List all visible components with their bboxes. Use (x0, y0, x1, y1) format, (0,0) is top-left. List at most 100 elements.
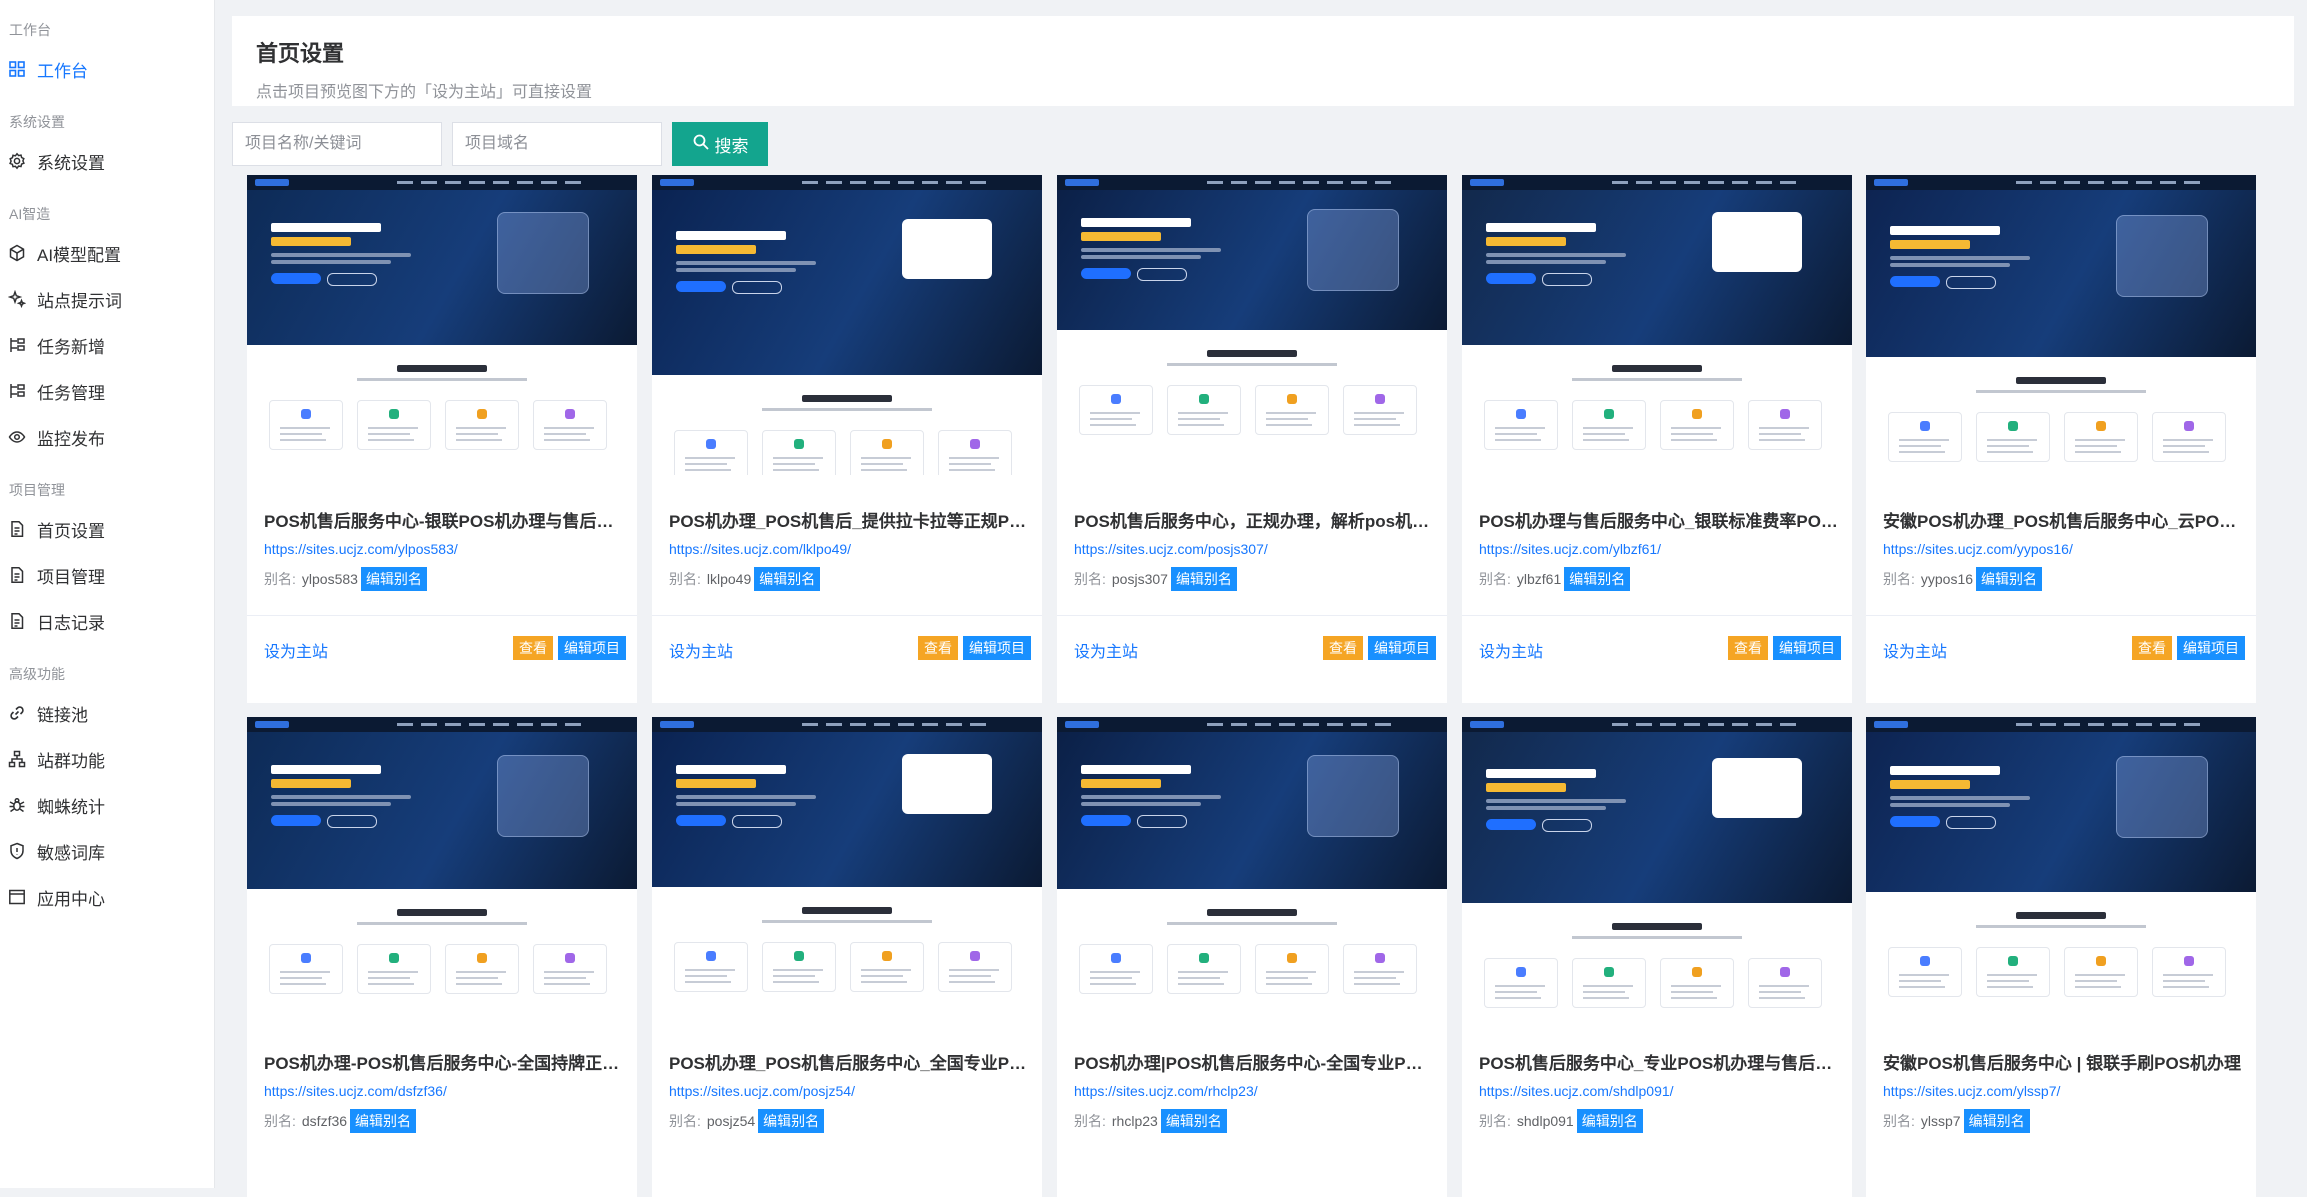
edit-project-button[interactable]: 编辑项目 (963, 636, 1031, 660)
edit-project-button[interactable]: 编辑项目 (2177, 636, 2245, 660)
project-url-link[interactable]: https://sites.ucjz.com/dsfzf36/ (264, 1083, 447, 1099)
edit-alias-button[interactable]: 编辑别名 (754, 567, 821, 591)
set-main-site-link[interactable]: 设为主站 (264, 638, 328, 662)
site-preview-thumbnail[interactable] (652, 175, 1042, 475)
preview-subtext (1486, 806, 1606, 810)
sidebar-item-monitor-publish[interactable]: 监控发布 (0, 417, 214, 457)
project-name-search-input[interactable] (232, 122, 442, 166)
edit-alias-button[interactable]: 编辑别名 (1576, 1109, 1643, 1133)
card-divider (247, 615, 637, 616)
site-preview-thumbnail[interactable] (1462, 717, 1852, 1017)
preview-navbar (652, 175, 1042, 190)
sidebar-item-site-group[interactable]: 站群功能 (0, 739, 214, 779)
preview-feature-card (1079, 385, 1153, 435)
alias-row: 别名: ylbzf61 编辑别名 (1479, 567, 1631, 591)
set-main-site-link[interactable]: 设为主站 (1074, 638, 1138, 662)
project-url-link[interactable]: https://sites.ucjz.com/ylssp7/ (1883, 1083, 2060, 1099)
task-add-icon (8, 336, 26, 354)
edit-project-button[interactable]: 编辑项目 (1368, 636, 1436, 660)
preview-headline (1486, 769, 1596, 778)
site-preview-thumbnail[interactable] (1866, 717, 2256, 1017)
preview-headline-accent (271, 237, 351, 246)
project-url-link[interactable]: https://sites.ucjz.com/posjz54/ (669, 1083, 855, 1099)
site-preview-thumbnail[interactable] (1462, 175, 1852, 475)
sidebar-item-label: 系统设置 (37, 153, 105, 173)
edit-alias-button[interactable]: 编辑别名 (1564, 567, 1631, 591)
site-preview-thumbnail[interactable] (1057, 175, 1447, 475)
preview-section-subtitle (1976, 925, 2146, 928)
edit-alias-button[interactable]: 编辑别名 (1963, 1109, 2030, 1133)
preview-feature-card (938, 942, 1012, 992)
sidebar-item-label: AI模型配置 (37, 245, 122, 265)
site-preview-thumbnail[interactable] (652, 717, 1042, 1017)
preview-headline-accent (1081, 779, 1161, 788)
preview-subtext (1081, 255, 1201, 259)
site-preview-thumbnail[interactable] (1057, 717, 1447, 1017)
preview-headline-accent (1890, 240, 1970, 249)
preview-feature-card (2064, 947, 2138, 997)
sidebar-item-link-pool[interactable]: 链接池 (0, 693, 214, 733)
site-preview-thumbnail[interactable] (1866, 175, 2256, 475)
edit-alias-button[interactable]: 编辑别名 (350, 1109, 417, 1133)
edit-alias-button[interactable]: 编辑别名 (1976, 567, 2043, 591)
sidebar-item-project-manage[interactable]: 项目管理 (0, 555, 214, 595)
alias-label: 别名: (1883, 1113, 1915, 1129)
edit-alias-button[interactable]: 编辑别名 (1170, 567, 1237, 591)
task-manage-icon (8, 382, 26, 400)
preview-feature-card (1167, 385, 1241, 435)
search-button[interactable]: 搜索 (672, 122, 768, 166)
sidebar-item-sensitive-words[interactable]: 敏感词库 (0, 831, 214, 871)
sidebar-item-system-settings[interactable]: 系统设置 (0, 141, 214, 181)
set-main-site-link[interactable]: 设为主站 (669, 638, 733, 662)
sidebar-item-task-add[interactable]: 任务新增 (0, 325, 214, 365)
edit-alias-button[interactable]: 编辑别名 (758, 1109, 825, 1133)
view-button[interactable]: 查看 (513, 636, 553, 660)
edit-project-button[interactable]: 编辑项目 (558, 636, 626, 660)
alias-value: lklpo49 (706, 571, 752, 587)
project-url-link[interactable]: https://sites.ucjz.com/ylpos583/ (264, 541, 458, 557)
project-title: POS机售后服务中心_专业POS机办理与售后维修 (1479, 1054, 1839, 1073)
preview-feature-card (1255, 944, 1329, 994)
view-button[interactable]: 查看 (918, 636, 958, 660)
view-button[interactable]: 查看 (2132, 636, 2172, 660)
sidebar-item-logs[interactable]: 日志记录 (0, 601, 214, 641)
project-url-link[interactable]: https://sites.ucjz.com/ylbzf61/ (1479, 541, 1661, 557)
preview-hero-graphic (497, 212, 589, 294)
preview-feature-card (938, 430, 1012, 475)
preview-headline (676, 765, 786, 774)
project-url-link[interactable]: https://sites.ucjz.com/shdlp091/ (1479, 1083, 1674, 1099)
preview-cta-button (1890, 276, 1940, 287)
sidebar-item-workbench[interactable]: 工作台 (0, 49, 214, 89)
preview-secondary-button (1137, 815, 1187, 828)
sidebar-item-task-manage[interactable]: 任务管理 (0, 371, 214, 411)
preview-hero-graphic (1307, 755, 1399, 837)
preview-feature-card (1343, 944, 1417, 994)
alias-row: 别名: ylpos583 编辑别名 (264, 567, 427, 591)
project-url-link[interactable]: https://sites.ucjz.com/rhclp23/ (1074, 1083, 1258, 1099)
site-preview-thumbnail[interactable] (247, 717, 637, 1017)
edit-project-button[interactable]: 编辑项目 (1773, 636, 1841, 660)
preview-subtext (1081, 248, 1221, 252)
sidebar-item-homepage-settings[interactable]: 首页设置 (0, 509, 214, 549)
set-main-site-link[interactable]: 设为主站 (1479, 638, 1543, 662)
project-url-link[interactable]: https://sites.ucjz.com/lklpo49/ (669, 541, 851, 557)
project-url-link[interactable]: https://sites.ucjz.com/yypos16/ (1883, 541, 2073, 557)
view-button[interactable]: 查看 (1323, 636, 1363, 660)
edit-alias-button[interactable]: 编辑别名 (1160, 1109, 1227, 1133)
alias-label: 别名: (669, 1113, 701, 1129)
preview-feature-card (1888, 412, 1962, 462)
edit-alias-button[interactable]: 编辑别名 (360, 567, 427, 591)
sidebar-item-site-prompts[interactable]: 站点提示词 (0, 279, 214, 319)
gear-icon (8, 152, 26, 170)
sidebar-item-label: 监控发布 (37, 429, 105, 449)
site-preview-thumbnail[interactable] (247, 175, 637, 475)
sidebar-item-spider-stats[interactable]: 蜘蛛统计 (0, 785, 214, 825)
set-main-site-link[interactable]: 设为主站 (1883, 638, 1947, 662)
project-url-link[interactable]: https://sites.ucjz.com/posjs307/ (1074, 541, 1268, 557)
view-button[interactable]: 查看 (1728, 636, 1768, 660)
sidebar-item-app-center[interactable]: 应用中心 (0, 877, 214, 917)
preview-subtext (1890, 256, 2030, 260)
sidebar-item-ai-model[interactable]: AI模型配置 (0, 233, 214, 273)
project-domain-search-input[interactable] (452, 122, 662, 166)
sparkle-icon (8, 290, 26, 308)
